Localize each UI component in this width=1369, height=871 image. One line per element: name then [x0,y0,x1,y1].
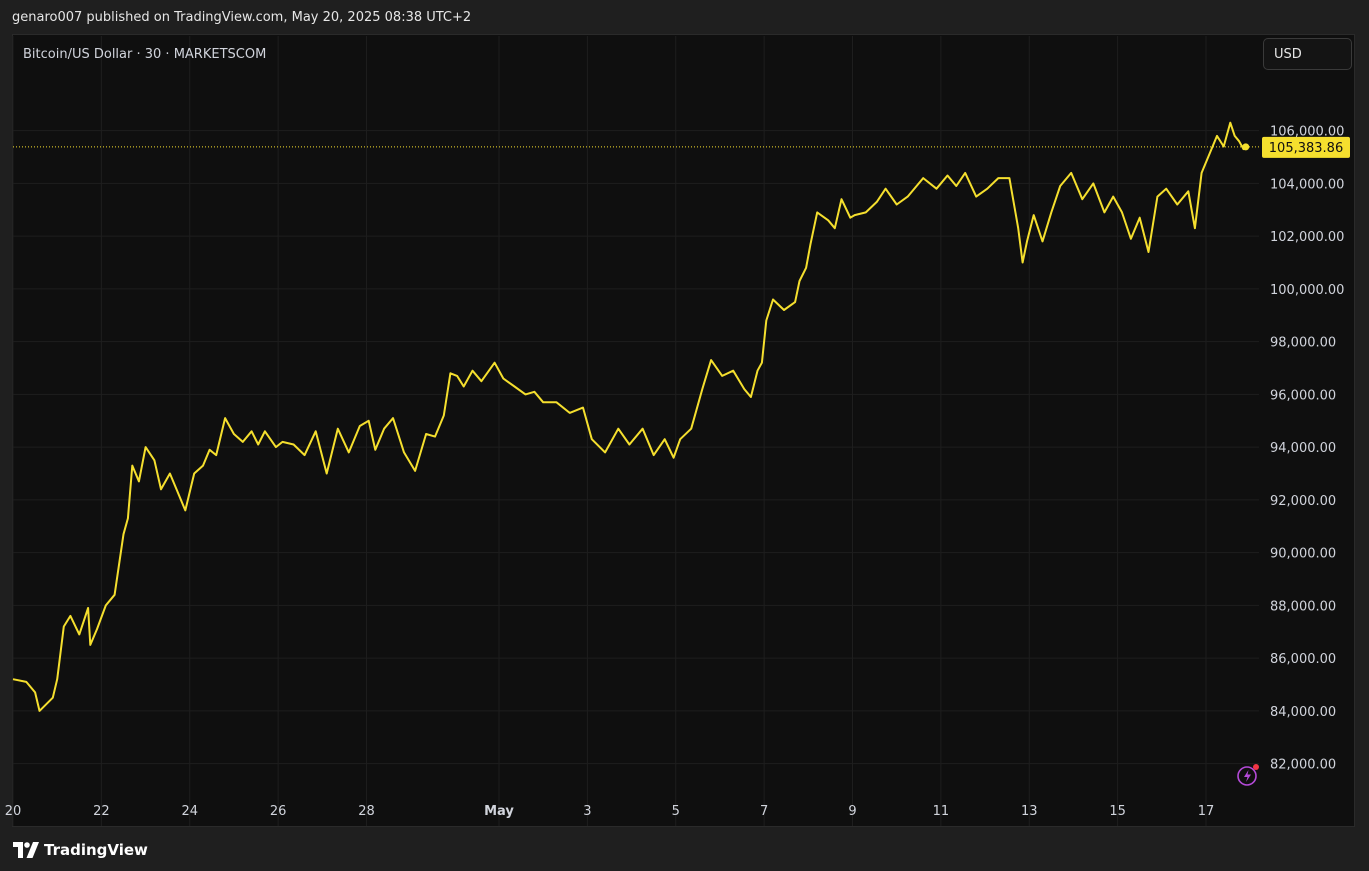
y-tick-label: 96,000.00 [1270,388,1336,403]
y-tick-label: 88,000.00 [1270,599,1336,614]
footer-bar [0,828,1369,871]
x-tick-label: 9 [848,804,856,819]
x-tick-label: 15 [1109,804,1126,819]
last-price-label: 105,383.86 [1269,141,1343,156]
x-tick-label: 5 [672,804,680,819]
price-series-line [12,121,1247,712]
y-tick-label: 100,000.00 [1270,283,1344,298]
x-tick-label: 13 [1021,804,1038,819]
y-tick-label: 90,000.00 [1270,547,1336,562]
currency-button[interactable]: USD [1263,38,1352,70]
tradingview-logo-text: TradingView [44,841,148,859]
y-tick-label: 86,000.00 [1270,652,1336,667]
last-point-marker [1242,143,1250,151]
x-tick-label: 17 [1198,804,1215,819]
y-tick-label: 92,000.00 [1270,494,1336,509]
y-tick-label: 104,000.00 [1270,177,1344,192]
y-tick-label: 82,000.00 [1270,758,1336,773]
x-tick-label: 22 [93,804,110,819]
x-tick-label: 7 [760,804,768,819]
symbol-title: Bitcoin/US Dollar · 30 · MARKETSCOM [23,47,266,62]
currency-label: USD [1274,47,1302,62]
x-tick-label: 3 [583,804,591,819]
series-layer [12,121,1250,712]
y-tick-label: 98,000.00 [1270,336,1336,351]
y-tick-label: 84,000.00 [1270,705,1336,720]
x-tick-label: 24 [181,804,198,819]
x-tick-label: 11 [933,804,950,819]
price-chart[interactable]: 82,000.00 84,000.00 86,000.00 88,000.00 90,0… [0,0,1369,871]
y-axis[interactable]: 82,000.00 84,000.00 86,000.00 88,000.00 90,0… [1262,125,1350,773]
y-tick-label: 94,000.00 [1270,441,1336,456]
x-tick-label: May [484,804,514,819]
grid [12,36,1259,826]
lightning-icon[interactable] [1235,762,1261,788]
x-axis[interactable]: 20 22 24 26 28 May 3 5 7 9 11 13 15 17 [5,804,1215,819]
y-tick-label: 102,000.00 [1270,230,1344,245]
tradingview-logo-icon [13,842,39,858]
x-tick-label: 26 [270,804,287,819]
x-tick-label: 20 [5,804,22,819]
tradingview-logo[interactable]: TradingView [13,841,148,859]
x-tick-label: 28 [358,804,375,819]
